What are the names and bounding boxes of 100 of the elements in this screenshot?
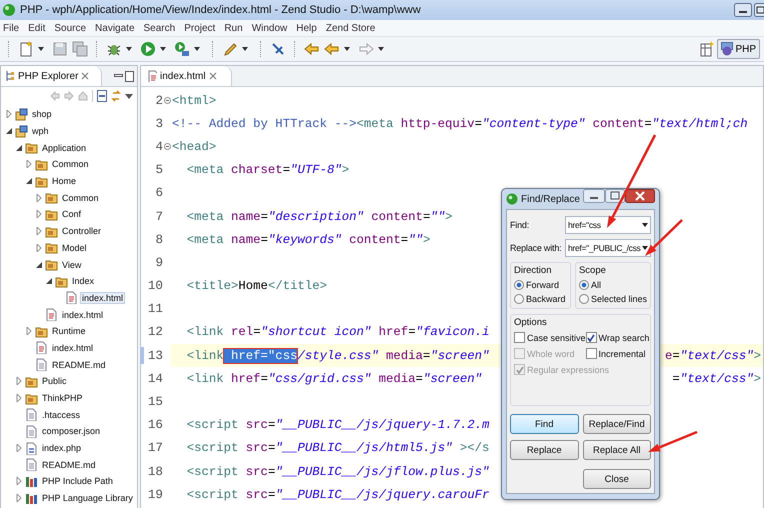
- caret-icon[interactable]: [378, 47, 384, 51]
- radio-button[interactable]: [514, 294, 524, 304]
- tree-item[interactable]: .htaccess: [40, 408, 82, 421]
- maximize-icon[interactable]: [605, 189, 625, 203]
- open-perspective-icon[interactable]: [700, 41, 714, 57]
- view-menu-icon[interactable]: [125, 94, 133, 98]
- tree-item[interactable]: Common: [50, 158, 91, 170]
- collapsed-arrow-icon[interactable]: [14, 377, 22, 386]
- radio-button[interactable]: [578, 294, 589, 304]
- back-arrow-icon[interactable]: [324, 41, 340, 57]
- tree-item[interactable]: PHP Include Path: [40, 475, 115, 488]
- save-all-icon[interactable]: [72, 41, 88, 57]
- back-arrow-icon[interactable]: [304, 41, 320, 57]
- collapsed-arrow-icon[interactable]: [14, 394, 22, 402]
- caret-icon[interactable]: [194, 47, 200, 51]
- maximize-icon[interactable]: [125, 70, 134, 82]
- panel-tab[interactable]: PHP Explorer: [1, 66, 102, 86]
- tree-item[interactable]: README.md: [40, 458, 98, 471]
- caret-icon[interactable]: [160, 47, 166, 51]
- dialog-button[interactable]: Replace All: [582, 440, 651, 460]
- pencil-icon[interactable]: [222, 41, 238, 57]
- tree-item[interactable]: index.html: [80, 292, 126, 304]
- collapsed-arrow-icon[interactable]: [34, 210, 42, 218]
- new-file-icon[interactable]: [18, 41, 34, 57]
- collapse-all-icon[interactable]: [97, 90, 107, 102]
- dialog-button[interactable]: Close: [582, 469, 651, 489]
- tree-item[interactable]: README.md: [50, 358, 108, 371]
- tree-item[interactable]: Common: [60, 192, 101, 204]
- menu-item[interactable]: Search: [144, 22, 176, 34]
- replace-field[interactable]: href="_PUBLIC_/css: [565, 239, 651, 257]
- tree-item[interactable]: Application: [40, 142, 88, 154]
- tree-item[interactable]: Controller: [60, 225, 104, 238]
- checkbox[interactable]: [586, 348, 597, 359]
- expanded-arrow-icon[interactable]: [4, 127, 12, 136]
- tree-item[interactable]: Home: [50, 175, 78, 188]
- expanded-arrow-icon[interactable]: [34, 260, 42, 269]
- dialog-button[interactable]: Replace: [510, 440, 578, 460]
- dropdown-icon[interactable]: [642, 223, 648, 227]
- tree-item[interactable]: index.html: [50, 342, 96, 354]
- menu-item[interactable]: Zend Store: [326, 22, 376, 34]
- checkbox[interactable]: [586, 332, 597, 343]
- expanded-arrow-icon[interactable]: [44, 277, 52, 286]
- save-icon[interactable]: [52, 41, 68, 57]
- dropdown-icon[interactable]: [642, 246, 648, 250]
- tree-item[interactable]: PHP Language Library: [40, 492, 135, 504]
- maximize-icon[interactable]: [754, 3, 764, 17]
- tree-item[interactable]: composer.json: [40, 425, 102, 438]
- fold-icon[interactable]: [164, 97, 170, 104]
- radio-button[interactable]: [578, 280, 589, 290]
- caret-icon[interactable]: [126, 47, 132, 51]
- tree-item[interactable]: View: [60, 258, 84, 271]
- tree-item[interactable]: wph: [30, 125, 51, 138]
- checkbox[interactable]: [514, 332, 525, 343]
- radio-button[interactable]: [514, 280, 524, 290]
- perspective-button[interactable]: PHP: [717, 39, 760, 59]
- minimize-icon[interactable]: [734, 3, 752, 17]
- menu-item[interactable]: Edit: [28, 22, 46, 34]
- collapsed-arrow-icon[interactable]: [34, 194, 42, 202]
- tree-item[interactable]: ThinkPHP: [40, 392, 85, 404]
- caret-icon[interactable]: [344, 47, 350, 51]
- minimize-icon[interactable]: [583, 189, 605, 203]
- close-icon[interactable]: [208, 72, 217, 80]
- caret-icon[interactable]: [38, 47, 44, 51]
- collapsed-arrow-icon[interactable]: [24, 160, 32, 168]
- menu-item[interactable]: Project: [184, 22, 216, 34]
- expanded-arrow-icon[interactable]: [24, 177, 32, 186]
- editor-tab[interactable]: index.html: [141, 66, 232, 86]
- tree-item[interactable]: Public: [40, 375, 69, 388]
- tree-item[interactable]: Conf: [60, 208, 84, 220]
- line-number: 8: [155, 232, 163, 247]
- code-line: <meta name="description" content="">: [186, 210, 452, 224]
- menu-item[interactable]: Run: [224, 22, 243, 34]
- tree-item[interactable]: Model: [60, 242, 89, 254]
- collapsed-arrow-icon[interactable]: [24, 327, 32, 336]
- menu-item[interactable]: Help: [296, 22, 317, 34]
- expanded-arrow-icon[interactable]: [14, 144, 22, 152]
- collapsed-arrow-icon[interactable]: [14, 444, 22, 452]
- menu-item[interactable]: File: [3, 22, 20, 34]
- run-config-icon[interactable]: [174, 41, 190, 57]
- collapsed-arrow-icon[interactable]: [34, 227, 42, 236]
- tree-item[interactable]: shop: [30, 108, 54, 120]
- tree-item[interactable]: index.html: [60, 308, 106, 321]
- group-label: Scope: [578, 265, 607, 276]
- dialog-button[interactable]: Replace/Find: [582, 414, 651, 434]
- menu-item[interactable]: Navigate: [95, 22, 135, 34]
- close-icon[interactable]: [81, 72, 90, 80]
- find-field[interactable]: href="css: [565, 216, 651, 234]
- collapsed-arrow-icon[interactable]: [34, 244, 42, 252]
- collapsed-arrow-icon[interactable]: [14, 477, 22, 486]
- tree-item[interactable]: Index: [70, 275, 96, 288]
- tree-item[interactable]: index.php: [40, 442, 84, 454]
- caret-icon[interactable]: [242, 47, 248, 51]
- menu-item[interactable]: Source: [54, 22, 86, 34]
- close-icon[interactable]: [625, 189, 655, 203]
- dialog-button[interactable]: Find: [510, 414, 578, 434]
- menu-item[interactable]: Window: [252, 22, 288, 34]
- fold-icon[interactable]: [164, 143, 170, 150]
- collapsed-arrow-icon[interactable]: [14, 494, 22, 502]
- tree-item[interactable]: Runtime: [50, 325, 88, 338]
- collapsed-arrow-icon[interactable]: [4, 110, 12, 118]
